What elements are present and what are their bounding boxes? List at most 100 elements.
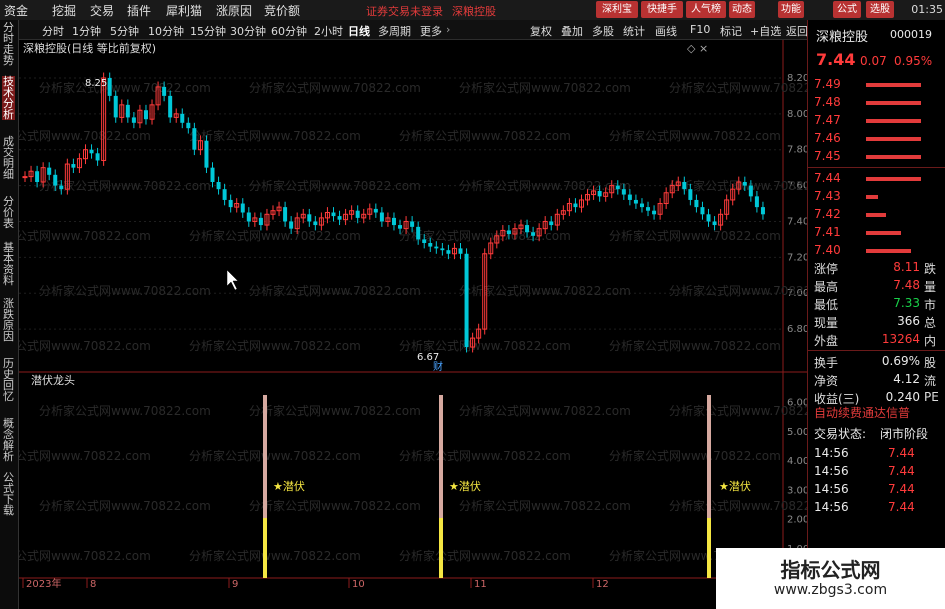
settings-icon[interactable]: ◇ × — [687, 42, 708, 55]
menu-item-xilimao[interactable]: 犀利猫 — [166, 2, 202, 19]
watermark-text: 分析家公式网www.70822.com — [459, 80, 631, 95]
kline-chart[interactable]: 8.208.007.807.607.407.207.006.80 分析家公式网w… — [19, 40, 807, 588]
period-tab-60m[interactable]: 60分钟 — [271, 23, 307, 39]
side-tab-trades[interactable]: 成交明细 — [2, 136, 15, 180]
order-book-price[interactable]: 7.43 — [814, 189, 841, 203]
brand-title: 指标公式网 — [780, 558, 881, 582]
top-button-5[interactable]: 功能 — [778, 1, 804, 18]
high-label: 8.25 — [85, 78, 107, 89]
watermark-text: 分析家公式网www.70822.com — [19, 128, 151, 143]
mark-button[interactable]: 标记 — [720, 23, 742, 39]
candle-body — [694, 199, 699, 208]
signal-bar-lower — [707, 518, 711, 578]
menu-item-auction[interactable]: 竞价额 — [264, 2, 300, 19]
side-tab-formula[interactable]: 公式下载 — [2, 472, 15, 516]
stat-label: 换手 — [814, 356, 839, 370]
watermark-text: 分析家公式网www.70822.com — [399, 448, 571, 463]
watermark-text: 分析家公式网www.70822.com — [19, 548, 151, 563]
period-tab-fenshi[interactable]: 分时 — [42, 23, 64, 39]
period-tab-5m[interactable]: 5分钟 — [110, 23, 139, 39]
candle-body — [143, 110, 148, 120]
side-tab-basics[interactable]: 基本资料 — [2, 242, 15, 286]
stat-value: 13264 — [881, 332, 920, 346]
candle-body — [168, 95, 173, 118]
stat-label: 最高 — [814, 280, 839, 294]
candle-body — [22, 176, 28, 179]
panel-stock-name: 深粮控股 — [816, 30, 869, 45]
candle-body — [258, 217, 263, 226]
f10-button[interactable]: F10 — [690, 23, 710, 36]
period-tab-10m[interactable]: 10分钟 — [148, 23, 184, 39]
stat-suffix: PE — [924, 390, 939, 404]
period-tab-daily[interactable]: 日线 — [348, 23, 370, 39]
period-tab-15m[interactable]: 15分钟 — [190, 23, 226, 39]
event-marker[interactable]: 财 — [433, 360, 443, 373]
period-tab-2h[interactable]: 2小时 — [314, 23, 343, 39]
multi-stock-button[interactable]: 多股 — [592, 23, 614, 39]
signal-bar-upper — [263, 395, 267, 518]
candle-body — [531, 232, 536, 236]
stat-suffix: 总 — [924, 316, 937, 330]
top-button-2[interactable]: 快捷手 — [641, 1, 683, 18]
login-notice[interactable]: 证券交易未登录 — [366, 3, 443, 19]
stat-suffix: 量 — [924, 280, 937, 294]
top-button-3[interactable]: 人气榜 — [686, 1, 726, 18]
order-book-price[interactable]: 7.47 — [814, 113, 841, 127]
menu-item-trade[interactable]: 交易 — [90, 2, 114, 19]
order-book-price[interactable]: 7.40 — [814, 243, 841, 257]
order-book-price[interactable]: 7.46 — [814, 131, 841, 145]
order-book-price[interactable]: 7.48 — [814, 95, 841, 109]
top-button-4[interactable]: 动态 — [729, 1, 755, 18]
tick-price: 7.44 — [888, 446, 915, 460]
watermark-text: 分析家公式网www.70822.com — [19, 448, 151, 463]
menu-item-mining[interactable]: 挖掘 — [52, 2, 76, 19]
top-button-6[interactable]: 公式 — [833, 1, 861, 18]
signal-label-1: ★潜伏 — [273, 479, 305, 493]
stat-suffix: 流 — [924, 374, 937, 388]
order-book-price[interactable]: 7.41 — [814, 225, 841, 239]
candle-body — [379, 212, 384, 222]
period-tab-multi[interactable]: 多周期 — [378, 23, 411, 39]
add-watchlist-button[interactable]: +自选 — [750, 23, 781, 39]
top-button-1[interactable]: 深利宝 — [596, 1, 638, 18]
side-tab-price-table[interactable]: 分价表 — [2, 196, 15, 229]
watermark-text: 分析家公式网www.70822.com — [669, 80, 807, 95]
period-tab-30m[interactable]: 30分钟 — [230, 23, 266, 39]
order-book-price[interactable]: 7.49 — [814, 77, 841, 91]
back-button[interactable]: 返回 — [786, 23, 808, 39]
side-tab-history[interactable]: 历史回忆 — [2, 358, 15, 402]
fuquan-button[interactable]: 复权 — [530, 23, 552, 39]
menu-item-rise-reason[interactable]: 涨原因 — [216, 2, 252, 19]
side-tab-reason[interactable]: 涨跌原因 — [2, 298, 15, 342]
date-tick-label: 11 — [474, 579, 487, 588]
stat-label: 外盘 — [814, 334, 839, 348]
menu-item-plugins[interactable]: 插件 — [127, 2, 151, 19]
order-book-price[interactable]: 7.45 — [814, 149, 841, 163]
candle-body — [416, 226, 421, 240]
stats-button[interactable]: 统计 — [623, 23, 645, 39]
watermark-text: 分析家公式网www.70822.com — [189, 338, 361, 353]
overlay-button[interactable]: 叠加 — [561, 23, 583, 39]
chevron-right-icon[interactable]: › — [446, 23, 450, 36]
candle-body — [760, 207, 765, 215]
trade-state-label: 交易状态: — [814, 427, 867, 441]
candle-body — [180, 113, 185, 123]
side-tab-fenshi[interactable]: 分时走势 — [2, 22, 15, 66]
side-tab-technical[interactable]: 技术分析 — [2, 76, 15, 120]
draw-line-button[interactable]: 画线 — [655, 23, 677, 39]
period-tab-more[interactable]: 更多 — [420, 23, 442, 39]
stats-divider — [808, 350, 945, 351]
watermark-text: 分析家公式网www.70822.com — [189, 548, 361, 563]
period-tab-1m[interactable]: 1分钟 — [72, 23, 101, 39]
order-book-price[interactable]: 7.42 — [814, 207, 841, 221]
candle-body — [464, 253, 469, 348]
menu-item-funds[interactable]: 资金 — [4, 2, 28, 19]
order-book-price[interactable]: 7.44 — [814, 171, 841, 185]
stat-value: 7.33 — [893, 296, 920, 310]
watermark-text: 分析家公式网www.70822.com — [39, 403, 211, 418]
top-button-7[interactable]: 选股 — [866, 1, 894, 18]
stat-suffix: 内 — [924, 334, 937, 348]
side-tab-concept[interactable]: 概念解析 — [2, 418, 15, 462]
tick-price: 7.44 — [888, 482, 915, 496]
news-ticker[interactable]: 自动续费通达信普 — [814, 404, 910, 421]
